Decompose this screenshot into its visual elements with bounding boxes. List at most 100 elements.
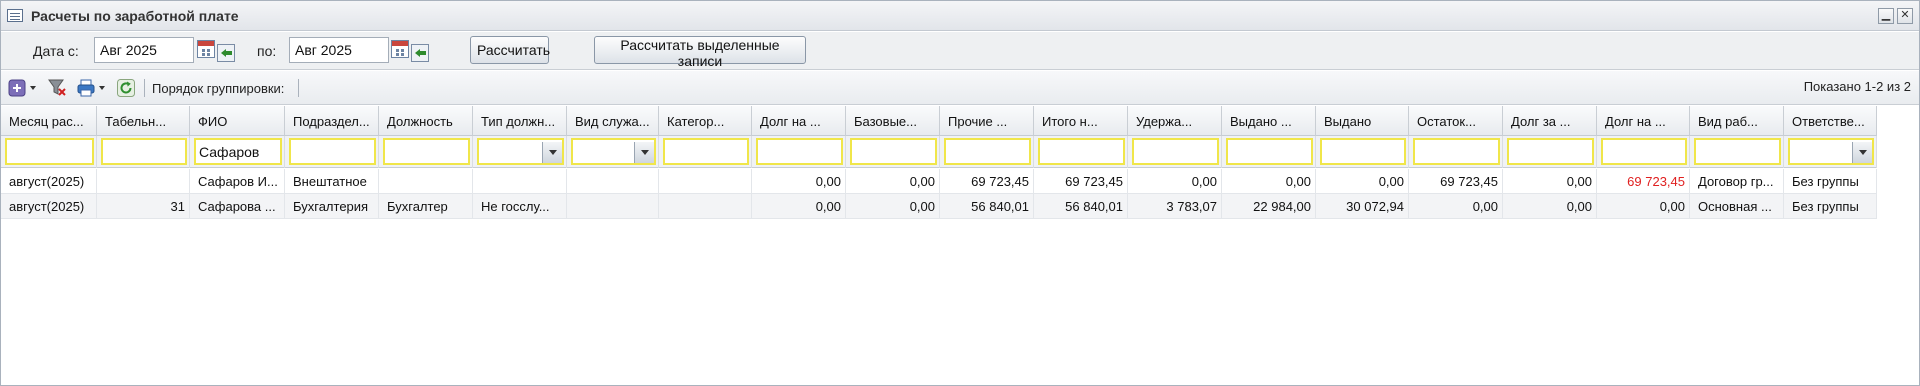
cell-other: 69 723,45 [940,169,1034,194]
cell-responsible: Без группы [1784,169,1877,194]
date-to-reset-icon[interactable] [411,44,429,62]
filter-input-base[interactable] [850,138,937,165]
filter-cell-service-type [567,136,659,168]
cell-department: Бухгалтерия [285,194,379,219]
column-header-category[interactable]: Категор... [659,106,752,136]
add-menu-chevron-down-icon[interactable] [30,86,36,90]
calculate-selected-button[interactable]: Рассчитать выделенные записи [594,36,806,69]
clear-filter-icon[interactable] [48,79,66,97]
date-from-reset-icon[interactable] [217,44,235,62]
table-row[interactable]: август(2025) Сафаров И... Внештатное 0,00 0,… [1,169,1877,194]
filter-cell-position [379,136,473,168]
column-header-department[interactable]: Подраздел... [285,106,379,136]
cell-work-type: Договор гр... [1690,169,1784,194]
filter-input-deductions[interactable] [1132,138,1219,165]
minimize-button[interactable]: ▁ [1878,8,1894,24]
column-header-tab-number[interactable]: Табельн... [97,106,190,136]
cell-paid-partial: 0,00 [1222,169,1316,194]
cell-category [659,194,752,219]
column-header-position-type[interactable]: Тип должн... [473,106,567,136]
cell-position-type: Не госслу... [473,194,567,219]
cell-paid-partial: 22 984,00 [1222,194,1316,219]
close-button[interactable]: ✕ [1897,8,1913,24]
print-menu-chevron-down-icon[interactable] [99,86,105,90]
column-header-responsible[interactable]: Ответстве... [1784,106,1877,136]
cell-full-name: Сафаров И... [190,169,285,194]
filter-cell-total-accrued [1034,136,1128,168]
table-row[interactable]: август(2025) 31 Сафарова ... Бухгалтерия Бух… [1,194,1877,219]
cell-balance: 69 723,45 [1409,169,1503,194]
filter-input-other[interactable] [944,138,1031,165]
date-to-label: по: [257,43,277,59]
column-header-balance[interactable]: Остаток... [1409,106,1503,136]
filter-cell-full-name [190,136,285,168]
filter-input-paid[interactable] [1320,138,1406,165]
cell-service-type [567,169,659,194]
column-header-position[interactable]: Должность [379,106,473,136]
filter-input-position[interactable] [383,138,470,165]
cell-base: 0,00 [846,169,940,194]
cell-debt-start: 0,00 [752,169,846,194]
grid-toolbar: Порядок группировки: Показано 1-2 из 2 [1,71,1919,105]
add-icon[interactable] [8,79,26,97]
grid-filter-row [1,136,1877,168]
filter-input-balance[interactable] [1413,138,1500,165]
filter-cell-other [940,136,1034,168]
cell-tab-number: 31 [97,194,190,219]
filter-input-debt-start[interactable] [756,138,843,165]
cell-debt-start: 0,00 [752,194,846,219]
column-header-paid[interactable]: Выдано [1316,106,1409,136]
column-header-month[interactable]: Месяц рас... [1,106,97,136]
column-header-debt-start[interactable]: Долг на ... [752,106,846,136]
filter-input-full-name[interactable] [194,138,282,165]
cell-debt-end: 0,00 [1597,194,1690,219]
filter-cell-work-type [1690,136,1784,168]
column-header-full-name[interactable]: ФИО [190,106,285,136]
column-header-total-accrued[interactable]: Итого н... [1034,106,1128,136]
cell-total-accrued: 69 723,45 [1034,169,1128,194]
column-header-debt-for[interactable]: Долг за ... [1503,106,1597,136]
cell-responsible: Без группы [1784,194,1877,219]
grid-header-row: Месяц рас... Табельн... ФИО Подраздел... Дол… [1,106,1877,136]
cell-deductions: 0,00 [1128,169,1222,194]
filter-cell-deductions [1128,136,1222,168]
column-header-debt-end[interactable]: Долг на ... [1597,106,1690,136]
filter-input-paid-partial[interactable] [1226,138,1313,165]
date-filter-bar: Дата с: по: Рассчитать Рассчитать выделе… [1,32,1919,70]
calculate-button[interactable]: Рассчитать [470,36,550,64]
column-header-work-type[interactable]: Вид раб... [1690,106,1784,136]
filter-input-total-accrued[interactable] [1038,138,1125,165]
filter-cell-balance [1409,136,1503,168]
filter-input-department[interactable] [289,138,376,165]
date-to-input[interactable] [289,37,389,63]
column-header-deductions[interactable]: Удержа... [1128,106,1222,136]
cell-service-type [567,194,659,219]
filter-input-work-type[interactable] [1694,138,1781,165]
cell-paid: 0,00 [1316,169,1409,194]
cell-balance: 0,00 [1409,194,1503,219]
filter-dropdown-chevron-down-icon[interactable] [542,142,562,163]
filter-input-debt-end[interactable] [1601,138,1687,165]
filter-cell-month [1,136,97,168]
date-from-input[interactable] [94,37,194,63]
cell-department: Внештатное [285,169,379,194]
cell-paid: 30 072,94 [1316,194,1409,219]
date-to-calendar-icon[interactable] [391,40,409,58]
filter-input-debt-for[interactable] [1507,138,1594,165]
filter-input-category[interactable] [663,138,749,165]
filter-input-month[interactable] [5,138,94,165]
filter-dropdown-chevron-down-icon[interactable] [634,142,654,163]
window-title: Расчеты по заработной плате [31,8,239,24]
date-from-calendar-icon[interactable] [197,40,215,58]
column-header-base[interactable]: Базовые... [846,106,940,136]
column-header-other[interactable]: Прочие ... [940,106,1034,136]
column-header-paid-partial[interactable]: Выдано ... [1222,106,1316,136]
filter-input-tab-number[interactable] [101,138,187,165]
grouping-order-label: Порядок группировки: [152,81,285,96]
filter-dropdown-chevron-down-icon[interactable] [1852,142,1872,163]
filter-cell-debt-for [1503,136,1597,168]
print-icon[interactable] [77,79,95,97]
column-header-service-type[interactable]: Вид служа... [567,106,659,136]
refresh-icon[interactable] [117,79,135,97]
filter-cell-paid [1316,136,1409,168]
